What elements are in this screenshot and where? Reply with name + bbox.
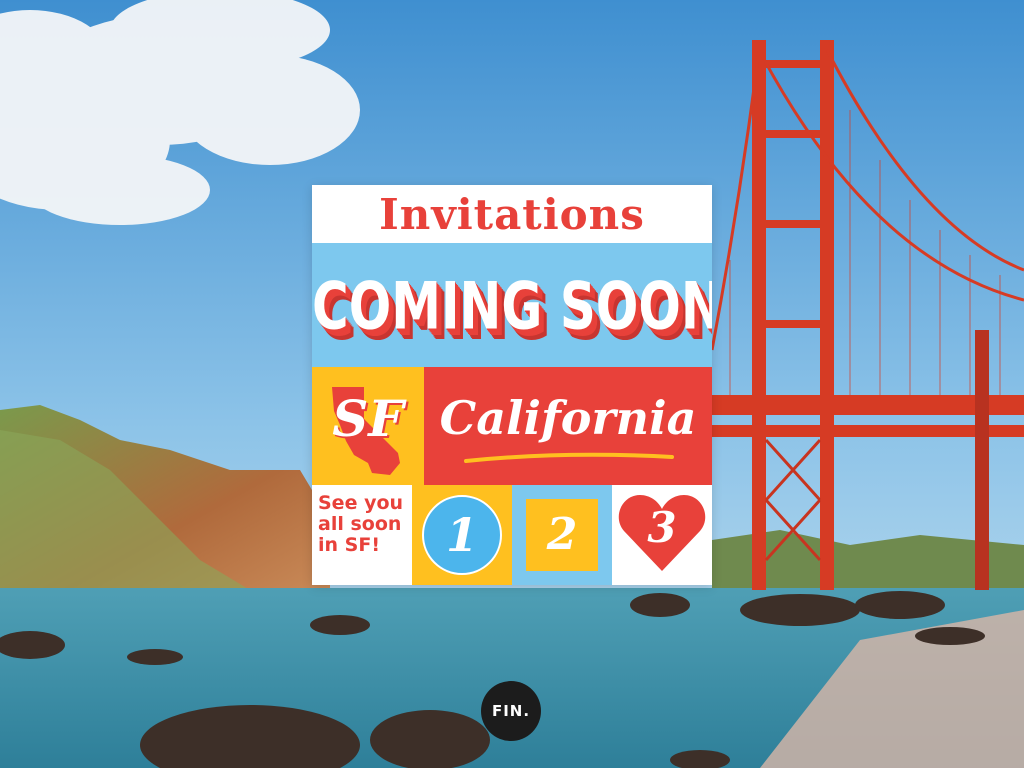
steps-row: See you all soon in SF! 1 2 3 — [312, 485, 712, 585]
swash-underline — [464, 452, 674, 463]
step-1-cell: 1 — [412, 485, 512, 585]
step-3-cell: 3 — [612, 485, 712, 585]
invitation-card: Invitations COMING SOON SF California Se… — [312, 185, 712, 585]
step-3-label: 3 — [647, 503, 677, 552]
headline-row: COMING SOON — [312, 243, 712, 367]
step-2-cell: 2 — [512, 485, 612, 585]
message-cell: See you all soon in SF! — [312, 485, 412, 585]
step-2-label: 2 — [546, 509, 578, 560]
coming-soon-headline: COMING SOON — [312, 268, 712, 345]
title-row: Invitations — [312, 185, 712, 243]
see-you-message: See you all soon in SF! — [318, 492, 404, 556]
step-1-label: 1 — [445, 508, 478, 562]
step-2-square: 2 — [526, 499, 598, 571]
sf-cell: SF — [312, 367, 424, 485]
state-label: California — [439, 391, 697, 445]
fin-button[interactable]: FIN. — [481, 681, 541, 741]
card-title: Invitations — [379, 190, 645, 239]
location-row: SF California — [312, 367, 712, 485]
california-cell: California — [424, 367, 712, 485]
step-1-circle: 1 — [422, 495, 502, 575]
city-label: SF — [332, 389, 404, 448]
